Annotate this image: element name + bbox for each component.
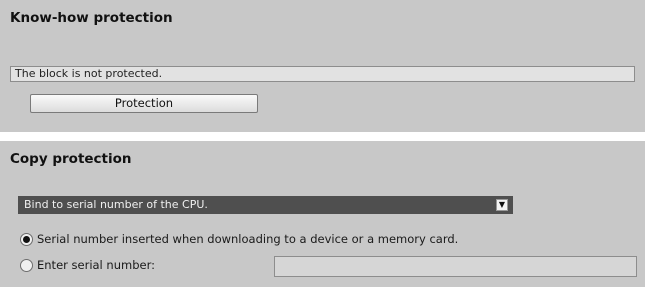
radio-serial-on-download-label: Serial number inserted when downloading … (37, 232, 459, 246)
protection-button[interactable]: Protection (30, 94, 258, 113)
radio-enter-serial-label: Enter serial number: (37, 258, 155, 272)
copy-protection-title: Copy protection (10, 151, 132, 167)
radio-checked-icon[interactable] (20, 232, 33, 246)
radio-enter-serial[interactable]: Enter serial number: (20, 256, 155, 274)
dropdown-arrow-icon[interactable]: ▼ (496, 199, 508, 211)
knowhow-protection-title: Know-how protection (10, 10, 173, 26)
knowhow-protection-panel: Know-how protection The block is not pro… (0, 0, 645, 132)
copy-protection-panel: Copy protection Bind to serial number of… (0, 141, 645, 287)
binding-select-value: Bind to serial number of the CPU. (24, 198, 208, 211)
serial-number-input[interactable] (274, 256, 637, 277)
radio-unchecked-icon[interactable] (20, 258, 33, 272)
protection-status-field: The block is not protected. (10, 66, 635, 82)
binding-select[interactable]: Bind to serial number of the CPU. ▼ (18, 196, 513, 214)
radio-serial-on-download[interactable]: Serial number inserted when downloading … (20, 230, 458, 248)
